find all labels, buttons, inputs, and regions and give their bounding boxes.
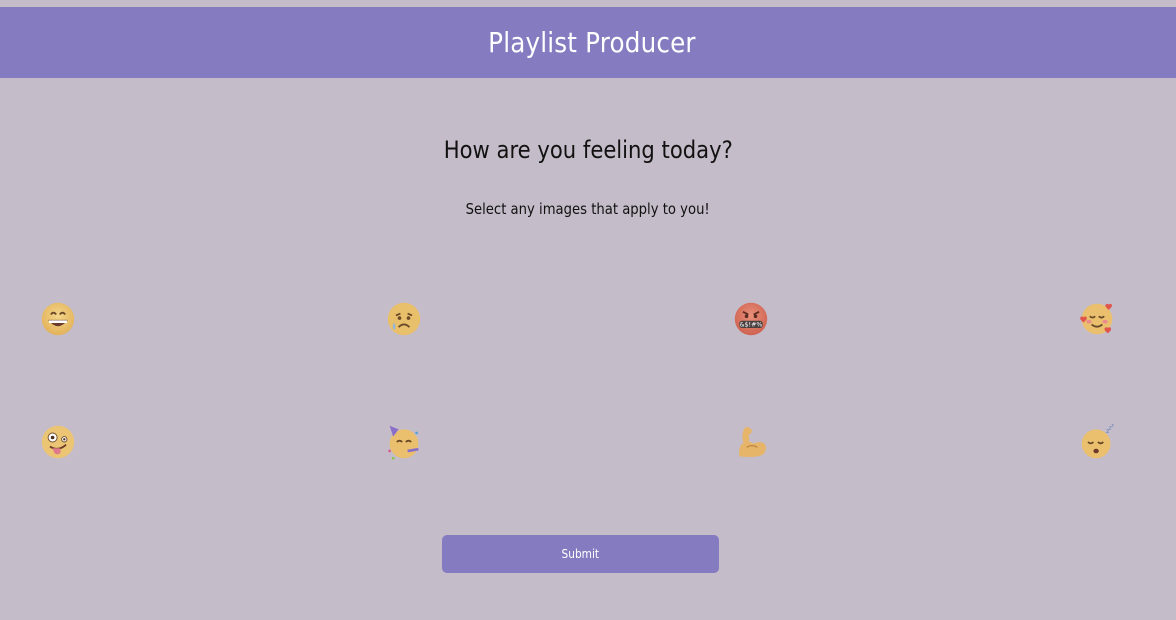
question-text: How are you feeling today?: [443, 136, 733, 164]
instruction-text: Select any images that apply to you!: [0, 200, 1176, 218]
submit-button[interactable]: Submit: [442, 535, 719, 573]
partying-face-icon[interactable]: [384, 422, 424, 462]
sad-sweat-face-icon[interactable]: [384, 299, 424, 339]
svg-text:&$!#%: &$!#%: [740, 322, 763, 329]
cursing-face-icon[interactable]: &$!#%: [731, 299, 771, 339]
sleeping-face-icon[interactable]: z z z: [1077, 422, 1117, 462]
zany-face-icon[interactable]: [38, 422, 78, 462]
submit-label: Submit: [561, 547, 600, 561]
app-title: Playlist Producer: [488, 26, 696, 59]
svg-text:z: z: [1111, 424, 1114, 429]
app-header: Playlist Producer: [0, 7, 1176, 78]
top-strip: [0, 0, 1176, 7]
instruction-label: Select any images that apply to you!: [465, 200, 711, 218]
flexed-biceps-icon[interactable]: [732, 422, 772, 462]
grinning-face-icon[interactable]: [38, 299, 78, 339]
smiling-face-hearts-icon[interactable]: [1077, 299, 1117, 339]
question-heading: How are you feeling today?: [0, 136, 1176, 164]
